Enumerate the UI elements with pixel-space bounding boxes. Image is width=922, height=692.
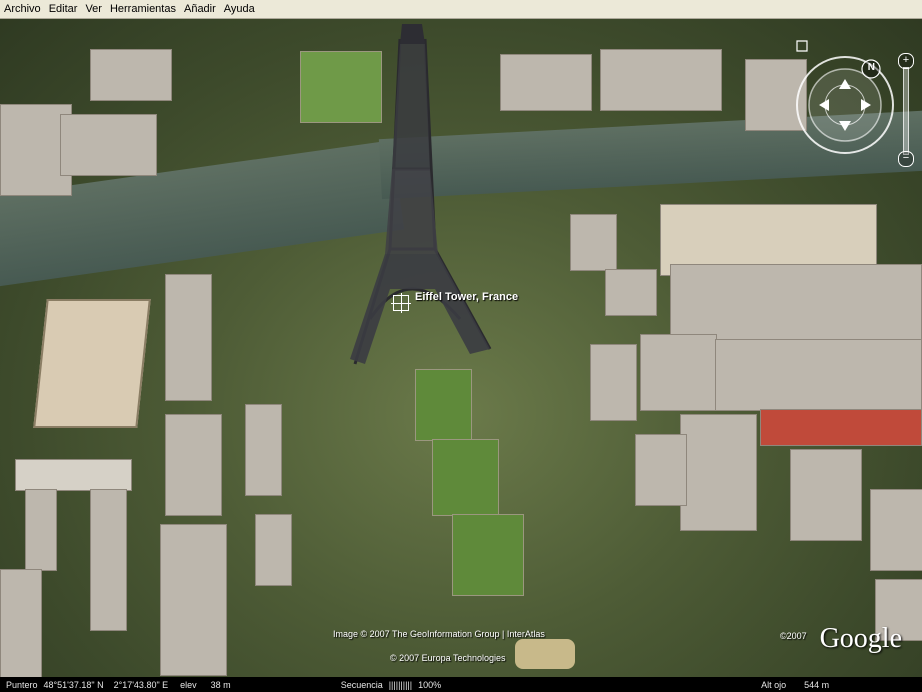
building-block bbox=[160, 524, 227, 676]
status-bar: Puntero 48°51'37.18" N 2°17'43.80" E ele… bbox=[0, 677, 922, 692]
building-block bbox=[15, 459, 132, 491]
logo-year: ©2007 bbox=[780, 631, 807, 641]
streaming-percent: 100% bbox=[418, 679, 442, 690]
zoom-slider[interactable]: + − bbox=[898, 53, 914, 167]
building-block bbox=[60, 114, 157, 176]
building-block bbox=[25, 489, 57, 571]
building-block bbox=[635, 434, 687, 506]
fountain-plaza bbox=[515, 639, 575, 669]
pointer-latitude: 48°51'37.18" N bbox=[43, 679, 104, 690]
streaming-label: Secuencia bbox=[340, 679, 383, 690]
placemark-label[interactable]: Eiffel Tower, France bbox=[415, 291, 518, 303]
building-block bbox=[680, 414, 757, 531]
pointer-label: Puntero bbox=[6, 679, 38, 690]
europa-copyright: © 2007 Europa Technologies bbox=[390, 653, 506, 663]
menu-archivo[interactable]: Archivo bbox=[0, 3, 45, 15]
champ-de-mars-lawn bbox=[452, 514, 524, 596]
building-block bbox=[245, 404, 282, 496]
3d-map-view[interactable]: Eiffel Tower, France N + − Image © 2007 … bbox=[0, 19, 922, 677]
streaming-progress-bars: |||||||||| bbox=[388, 679, 413, 690]
building-block bbox=[640, 334, 717, 411]
building-block bbox=[255, 514, 292, 586]
building-block bbox=[165, 414, 222, 516]
zoom-out-button[interactable]: − bbox=[898, 151, 914, 167]
menu-anadir[interactable]: Añadir bbox=[180, 3, 220, 15]
building-block bbox=[870, 489, 922, 571]
eye-altitude-label: Alt ojo bbox=[761, 679, 787, 690]
building-block bbox=[790, 449, 862, 541]
pointer-longitude: 2°17'43.80" E bbox=[113, 679, 169, 690]
menu-ayuda[interactable]: Ayuda bbox=[220, 3, 259, 15]
building-block bbox=[760, 409, 922, 446]
menu-ver[interactable]: Ver bbox=[81, 3, 106, 15]
google-logo: Google bbox=[819, 623, 902, 654]
building-block bbox=[605, 269, 657, 316]
champ-de-mars-lawn bbox=[415, 369, 472, 441]
north-letter: N bbox=[867, 62, 875, 73]
imagery-copyright: Image © 2007 The GeoInformation Group | … bbox=[333, 629, 545, 639]
elevation-value: 38 m bbox=[210, 679, 231, 690]
building-block bbox=[90, 49, 172, 101]
elevation-label: elev bbox=[180, 679, 197, 690]
sand-field bbox=[33, 299, 151, 428]
menu-editar[interactable]: Editar bbox=[45, 3, 82, 15]
building-block bbox=[90, 489, 127, 631]
champ-de-mars-lawn bbox=[432, 439, 499, 516]
building-block bbox=[600, 49, 722, 111]
placemark-icon[interactable] bbox=[391, 293, 411, 313]
building-block bbox=[500, 54, 592, 111]
menu-herramientas[interactable]: Herramientas bbox=[106, 3, 180, 15]
building-block bbox=[165, 274, 212, 401]
building-block bbox=[0, 569, 42, 677]
eye-altitude-value: 544 m bbox=[804, 679, 830, 690]
building-block bbox=[715, 339, 922, 411]
eiffel-tower bbox=[350, 24, 492, 365]
building-block bbox=[570, 214, 617, 271]
zoom-track[interactable] bbox=[903, 67, 909, 155]
menu-bar: Archivo Editar Ver Herramientas Añadir A… bbox=[0, 0, 922, 19]
google-earth-window: Archivo Editar Ver Herramientas Añadir A… bbox=[0, 0, 922, 692]
building-block bbox=[590, 344, 637, 421]
